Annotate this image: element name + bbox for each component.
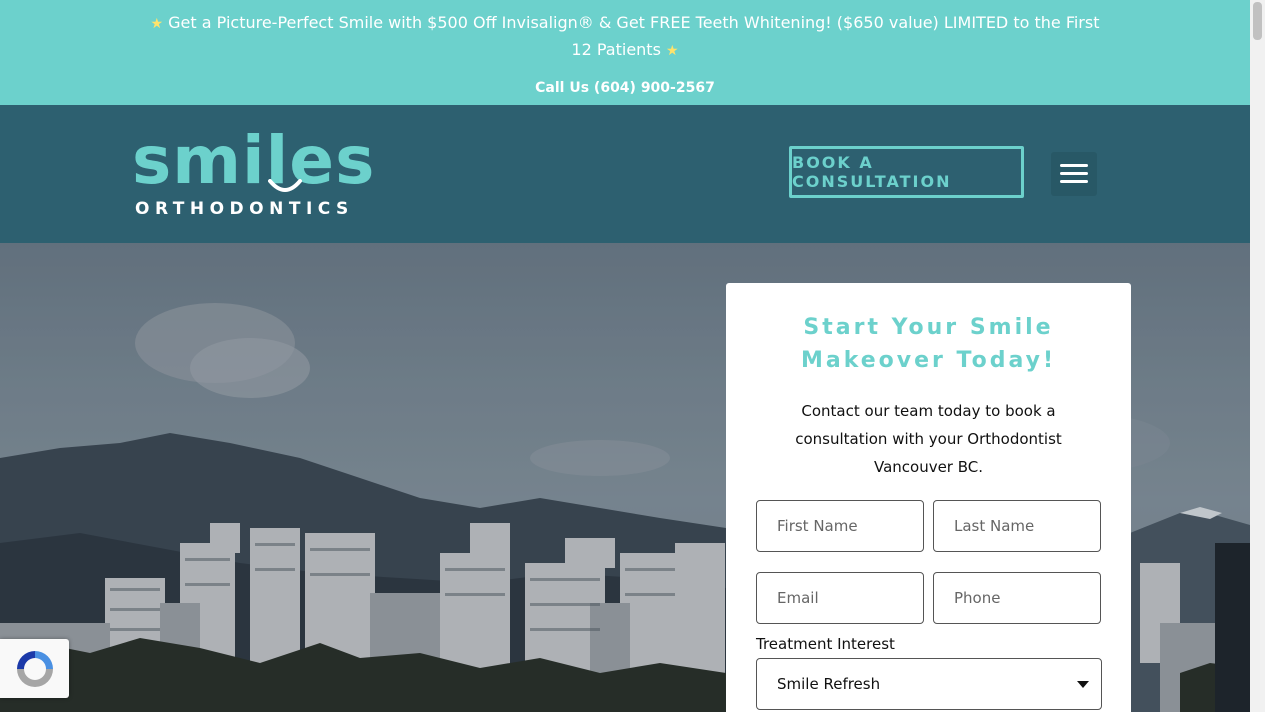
site-header: smiles ORTHODONTICS BOOK A CONSULTATION bbox=[0, 105, 1250, 243]
announcement-bar: ★ Get a Picture-Perfect Smile with $500 … bbox=[0, 0, 1250, 105]
smile-icon bbox=[268, 179, 302, 192]
recaptcha-badge[interactable] bbox=[0, 639, 69, 698]
email-field[interactable]: Email bbox=[756, 572, 924, 624]
last-name-field[interactable]: Last Name bbox=[933, 500, 1101, 552]
treatment-interest-select[interactable]: Smile Refresh bbox=[756, 658, 1102, 710]
treatment-selected-value: Smile Refresh bbox=[777, 675, 881, 693]
page: ★ Get a Picture-Perfect Smile with $500 … bbox=[0, 0, 1250, 712]
logo-subtitle: ORTHODONTICS bbox=[135, 199, 354, 219]
recaptcha-icon bbox=[16, 650, 53, 687]
logo-wordmark: smiles bbox=[132, 122, 376, 199]
hamburger-menu-icon bbox=[1060, 164, 1088, 183]
call-us-link[interactable]: Call Us (604) 900-2567 bbox=[0, 78, 1250, 98]
treatment-interest-label: Treatment Interest bbox=[756, 635, 895, 653]
page-scrollbar[interactable] bbox=[1250, 0, 1265, 712]
book-consultation-button[interactable]: BOOK A CONSULTATION bbox=[789, 146, 1024, 198]
promo-banner: ★ Get a Picture-Perfect Smile with $500 … bbox=[150, 10, 1100, 64]
star-icon: ★ bbox=[150, 16, 164, 32]
promo-text: Get a Picture-Perfect Smile with $500 Of… bbox=[168, 13, 1100, 59]
first-name-field[interactable]: First Name bbox=[756, 500, 924, 552]
scrollbar-thumb[interactable] bbox=[1253, 2, 1262, 40]
menu-button[interactable] bbox=[1051, 152, 1097, 196]
chevron-down-icon bbox=[1077, 681, 1089, 688]
form-title: Start Your Smile Makeover Today! bbox=[800, 315, 1057, 373]
smiles-orthodontics-logo[interactable]: smiles ORTHODONTICS bbox=[132, 122, 374, 227]
form-description: Contact our team today to book a consult… bbox=[795, 402, 1062, 476]
star-icon: ★ bbox=[666, 43, 679, 59]
phone-field[interactable]: Phone bbox=[933, 572, 1101, 624]
consultation-form: Start Your Smile Makeover Today! Contact… bbox=[726, 283, 1131, 712]
